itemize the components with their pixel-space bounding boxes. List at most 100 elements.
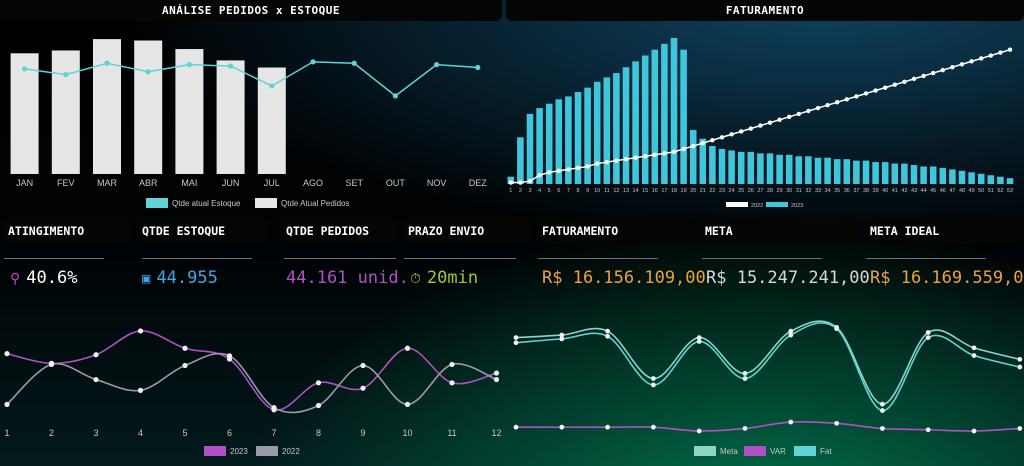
point-2022 xyxy=(796,111,801,117)
point-2022 xyxy=(604,159,609,165)
bar-2023 xyxy=(574,92,582,184)
x-tick-label: 16 xyxy=(652,188,658,194)
legend-swatch-2023 xyxy=(766,202,788,207)
x-tick-label: 52 xyxy=(997,188,1003,194)
point-2022 xyxy=(979,56,984,61)
point-2022 xyxy=(662,151,667,156)
point-2022 xyxy=(950,65,955,70)
point-2022 xyxy=(4,401,10,407)
x-tick-label: 23 xyxy=(719,188,725,194)
legend-swatch-2022 xyxy=(256,446,278,456)
point-var xyxy=(513,424,519,430)
bar-2023 xyxy=(632,61,639,184)
bar-2023 xyxy=(526,113,534,184)
kpi-value-estoque: ▣ 44.955 xyxy=(142,268,218,288)
point-meta xyxy=(880,401,885,407)
bar-2023 xyxy=(814,157,822,184)
point-2022 xyxy=(575,165,581,171)
point-2022 xyxy=(719,135,725,140)
point-meta xyxy=(742,371,748,376)
point-2022 xyxy=(681,146,686,152)
kpi-value-faturamento: R$ 16.156.109,00 xyxy=(542,268,706,288)
boxes-icon: ▣ xyxy=(142,271,151,287)
point-fat xyxy=(925,335,931,340)
point-2022 xyxy=(537,173,542,178)
bar-2023 xyxy=(536,108,543,184)
point-2022 xyxy=(758,123,763,128)
point-2022 xyxy=(911,76,917,82)
bar-2023 xyxy=(910,165,918,184)
x-tick-label: 11 xyxy=(604,188,610,194)
point-2022 xyxy=(643,154,648,159)
point-2022 xyxy=(825,102,830,108)
legend-label-estoque: Qtde atual Estoque xyxy=(172,199,241,208)
kpi-divider xyxy=(4,258,104,259)
line-fat xyxy=(515,322,1020,412)
chart-comparativo-anos: 1 2 3 4 5 6 7 8 9 10 11 122023 2022 xyxy=(4,328,502,456)
x-tick-label: 7 xyxy=(567,188,570,194)
x-tick-label: 51 xyxy=(988,188,994,194)
point-var xyxy=(925,427,931,433)
x-tick-label: 42 xyxy=(901,188,907,194)
point-2022 xyxy=(493,376,500,383)
point-2022 xyxy=(595,161,600,166)
point-estoque xyxy=(310,59,316,65)
bar-2023 xyxy=(728,150,735,184)
point-meta xyxy=(925,330,931,335)
bar-pedidos xyxy=(51,50,80,174)
point-2022 xyxy=(959,62,965,67)
kpi-pedidos-text: 44.161 unid. xyxy=(286,268,409,288)
x-tick-label: JAN xyxy=(16,178,33,188)
point-2022 xyxy=(739,129,744,134)
point-meta xyxy=(971,345,977,351)
bar-2023 xyxy=(891,163,899,184)
point-2022 xyxy=(806,108,811,114)
point-2023 xyxy=(493,370,500,376)
x-tick-label: 41 xyxy=(892,188,898,194)
x-tick-label: 25 xyxy=(738,188,744,194)
point-fat xyxy=(971,353,977,358)
bar-2023 xyxy=(747,151,755,184)
x-tick-label: 14 xyxy=(633,188,639,194)
kpi-value-meta: R$ 15.247.241,00 xyxy=(706,268,870,288)
x-tick-label: 48 xyxy=(959,188,965,194)
point-2022 xyxy=(508,180,513,185)
bar-2023 xyxy=(977,173,985,184)
kpi-estoque-text: 44.955 xyxy=(156,268,218,288)
x-tick-label: 12 xyxy=(613,188,619,194)
bar-2023 xyxy=(689,129,697,184)
bar-pedidos xyxy=(175,49,204,174)
bar-2023 xyxy=(901,163,908,184)
point-2022 xyxy=(787,114,792,120)
bar-2023 xyxy=(987,175,995,184)
point-2022 xyxy=(182,362,188,369)
point-2023 xyxy=(360,385,366,391)
x-tick-label: 27 xyxy=(757,188,763,194)
x-tick-label: 9 xyxy=(586,188,589,194)
bar-pedidos xyxy=(93,39,121,174)
point-var xyxy=(880,426,885,431)
point-2022 xyxy=(902,79,907,84)
point-2022 xyxy=(449,361,455,368)
bar-2023 xyxy=(517,137,524,184)
point-2022 xyxy=(767,120,773,125)
bar-2023 xyxy=(699,138,707,184)
point-2022 xyxy=(873,88,878,93)
point-2022 xyxy=(623,156,629,162)
point-2022 xyxy=(137,387,144,393)
bar-2023 xyxy=(853,160,860,184)
kpi-prazo-text: 20min xyxy=(426,268,479,288)
bar-2023 xyxy=(824,157,831,184)
legend-swatch-fat xyxy=(794,446,816,456)
point-2022 xyxy=(614,158,619,163)
point-estoque xyxy=(186,62,192,68)
point-var xyxy=(696,428,702,434)
x-tick-label: 39 xyxy=(873,188,879,194)
x-tick-label: 35 xyxy=(834,188,840,194)
x-tick-label: 44 xyxy=(921,188,927,194)
point-2022 xyxy=(652,152,657,157)
bar-2023 xyxy=(968,172,975,184)
kpi-title-pedidos: QTDE PEDIDOS xyxy=(280,218,398,244)
x-tick-label: 1 xyxy=(4,428,9,438)
bar-2023 xyxy=(843,159,851,184)
